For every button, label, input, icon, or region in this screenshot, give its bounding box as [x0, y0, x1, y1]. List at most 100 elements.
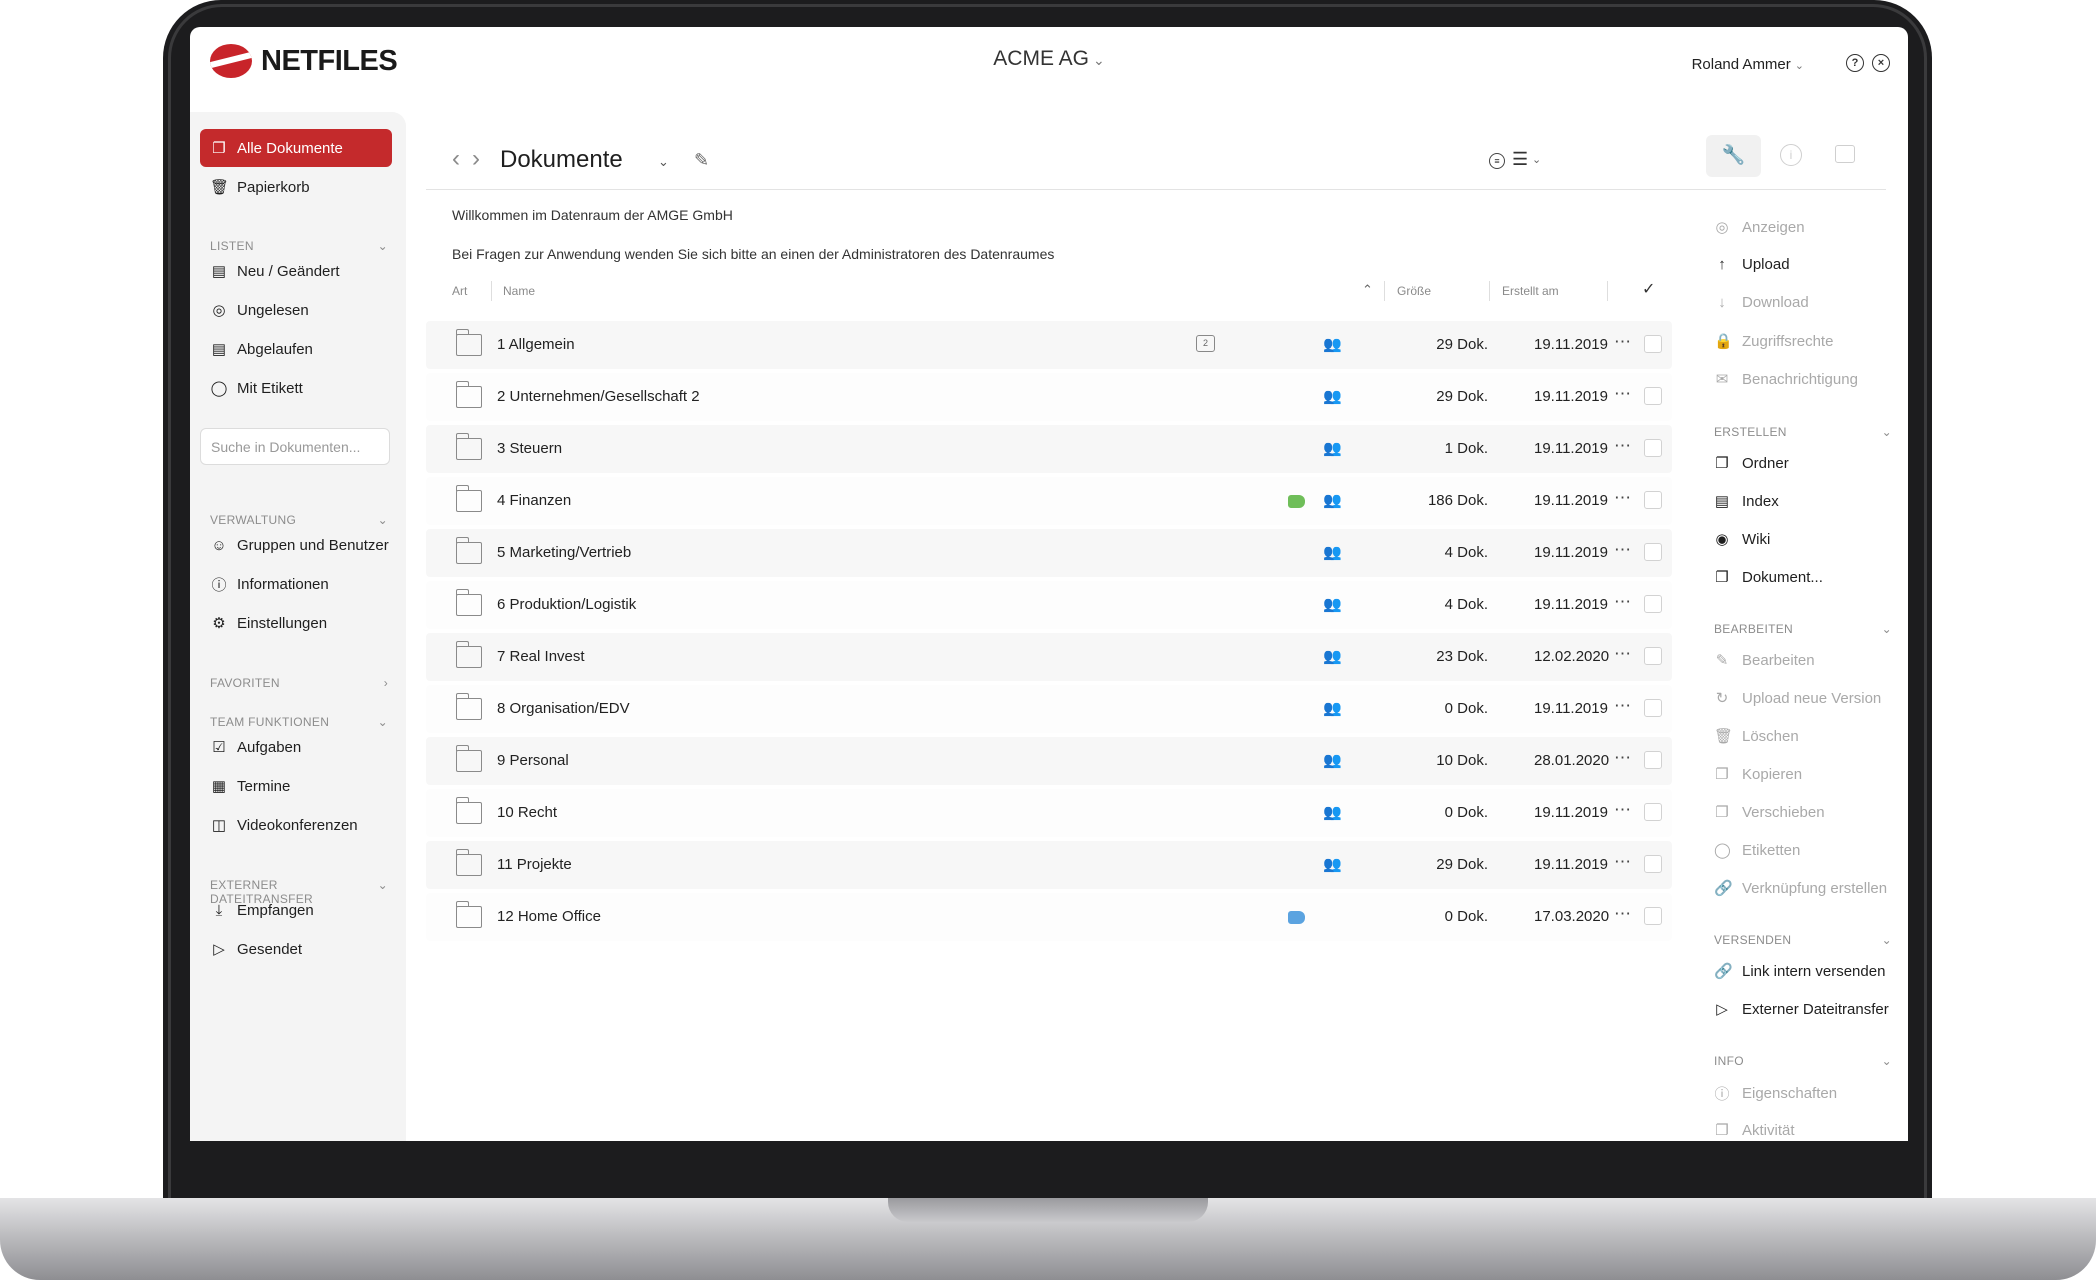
- more-options-icon[interactable]: ⋯: [1614, 384, 1631, 404]
- action-externer-dateitransfer[interactable]: ▷ Externer Dateitransfer: [1714, 1000, 1889, 1019]
- action-bearbeiten[interactable]: ✎ Bearbeiten: [1714, 651, 1815, 670]
- sidebar-item-einstellungen[interactable]: ⚙ Einstellungen: [200, 604, 392, 642]
- table-row[interactable]: 11 Projekte 👥 29 Dok. 19.11.2019 ⋯: [426, 841, 1672, 889]
- row-checkbox[interactable]: [1644, 595, 1662, 613]
- row-checkbox[interactable]: [1644, 491, 1662, 509]
- column-art[interactable]: Art: [452, 284, 467, 298]
- help-icon[interactable]: ?: [1846, 54, 1864, 72]
- more-options-icon[interactable]: ⋯: [1614, 436, 1631, 456]
- action-benachrichtigung[interactable]: ✉ Benachrichtigung: [1714, 370, 1858, 389]
- sidebar-item-termine[interactable]: ▦ Termine: [200, 767, 392, 805]
- close-icon[interactable]: ×: [1872, 54, 1890, 72]
- sidebar-item-aufgaben[interactable]: ☑ Aufgaben: [200, 728, 392, 766]
- action-aktivität[interactable]: ❐ Aktivität: [1714, 1121, 1794, 1140]
- row-name[interactable]: 11 Projekte: [497, 856, 572, 873]
- page-title[interactable]: Dokumente: [500, 146, 623, 174]
- row-name[interactable]: 10 Recht: [497, 804, 557, 821]
- section-info[interactable]: INFO ⌄: [1714, 1054, 1892, 1068]
- action-löschen[interactable]: 🗑 Löschen: [1714, 727, 1799, 746]
- section-listen[interactable]: LISTEN ⌄: [210, 239, 388, 253]
- back-icon[interactable]: ‹: [452, 145, 460, 173]
- row-checkbox[interactable]: [1644, 335, 1662, 353]
- section-favoriten[interactable]: FAVORITEN ›: [210, 676, 388, 690]
- more-options-icon[interactable]: ⋯: [1614, 488, 1631, 508]
- table-row[interactable]: 9 Personal 👥 10 Dok. 28.01.2020 ⋯: [426, 737, 1672, 785]
- forward-icon[interactable]: ›: [472, 145, 480, 173]
- sort-ascending-icon[interactable]: ⌃: [1362, 282, 1373, 298]
- row-name[interactable]: 8 Organisation/EDV: [497, 700, 630, 717]
- sidebar-item-neu-geaendert[interactable]: ▤ Neu / Geändert: [200, 252, 392, 290]
- table-row[interactable]: 12 Home Office 0 Dok. 17.03.2020 ⋯: [426, 893, 1672, 941]
- chevron-down-icon[interactable]: ⌄: [658, 154, 669, 170]
- list-view-icon[interactable]: ☰: [1512, 149, 1528, 170]
- sidebar-item-alle-dokumente[interactable]: ❐ Alle Dokumente: [200, 129, 392, 167]
- row-name[interactable]: 6 Produktion/Logistik: [497, 596, 636, 613]
- more-options-icon[interactable]: ⋯: [1614, 904, 1631, 924]
- action-ordner[interactable]: ❐ Ordner: [1714, 454, 1788, 473]
- search-input[interactable]: [200, 428, 390, 465]
- row-checkbox[interactable]: [1644, 647, 1662, 665]
- row-name[interactable]: 7 Real Invest: [497, 648, 585, 665]
- row-checkbox[interactable]: [1644, 751, 1662, 769]
- action-dokument[interactable]: ❐ Dokument...: [1714, 568, 1823, 587]
- sidebar-item-videokonferenzen[interactable]: ◫ Videokonferenzen: [200, 806, 392, 844]
- user-menu[interactable]: Roland Ammer ⌄: [1692, 56, 1804, 73]
- section-erstellen[interactable]: ERSTELLEN ⌄: [1714, 425, 1892, 439]
- more-options-icon[interactable]: ⋯: [1614, 800, 1631, 820]
- action-etiketten[interactable]: ◯ Etiketten: [1714, 841, 1800, 860]
- action-verknüpfung-erstellen[interactable]: 🔗 Verknüpfung erstellen: [1714, 879, 1887, 898]
- sidebar-item-papierkorb[interactable]: 🗑 Papierkorb: [200, 168, 392, 206]
- action-index[interactable]: ▤ Index: [1714, 492, 1779, 511]
- more-options-icon[interactable]: ⋯: [1614, 540, 1631, 560]
- table-row[interactable]: 3 Steuern 👥 1 Dok. 19.11.2019 ⋯: [426, 425, 1672, 473]
- row-name[interactable]: 1 Allgemein: [497, 336, 575, 353]
- tab-actions[interactable]: 🔧: [1706, 135, 1761, 177]
- tab-comments[interactable]: [1835, 145, 1855, 163]
- action-zugriffsrechte[interactable]: 🔒 Zugriffsrechte: [1714, 332, 1833, 351]
- action-upload-neue-version[interactable]: ↻ Upload neue Version: [1714, 689, 1882, 708]
- action-link-intern-versenden[interactable]: 🔗 Link intern versenden: [1714, 962, 1885, 981]
- more-options-icon[interactable]: ⋯: [1614, 592, 1631, 612]
- sidebar-item-mit-etikett[interactable]: ◯ Mit Etikett: [200, 369, 392, 407]
- action-download[interactable]: ↓ Download: [1714, 294, 1808, 311]
- row-name[interactable]: 5 Marketing/Vertrieb: [497, 544, 631, 561]
- sidebar-item-ungelesen[interactable]: ◎ Ungelesen: [200, 291, 392, 329]
- more-options-icon[interactable]: ⋯: [1614, 852, 1631, 872]
- edit-icon[interactable]: ✎: [694, 150, 709, 171]
- column-size[interactable]: Größe: [1397, 284, 1431, 298]
- comment-icon[interactable]: 2: [1196, 335, 1215, 352]
- row-checkbox[interactable]: [1644, 907, 1662, 925]
- select-all-checkmark-icon[interactable]: ✓: [1642, 279, 1655, 299]
- table-row[interactable]: 7 Real Invest 👥 23 Dok. 12.02.2020 ⋯: [426, 633, 1672, 681]
- column-name[interactable]: Name: [503, 284, 535, 298]
- action-anzeigen[interactable]: ◎ Anzeigen: [1714, 218, 1804, 237]
- row-checkbox[interactable]: [1644, 803, 1662, 821]
- section-verwaltung[interactable]: VERWALTUNG ⌄: [210, 513, 388, 527]
- table-row[interactable]: 8 Organisation/EDV 👥 0 Dok. 19.11.2019 ⋯: [426, 685, 1672, 733]
- action-verschieben[interactable]: ❐ Verschieben: [1714, 803, 1824, 822]
- table-row[interactable]: 6 Produktion/Logistik 👥 4 Dok. 19.11.2019 ⋯: [426, 581, 1672, 629]
- column-created[interactable]: Erstellt am: [1502, 284, 1559, 298]
- row-checkbox[interactable]: [1644, 855, 1662, 873]
- row-name[interactable]: 4 Finanzen: [497, 492, 571, 509]
- sidebar-item-abgelaufen[interactable]: ▤ Abgelaufen: [200, 330, 392, 368]
- company-selector[interactable]: ACME AG ⌄: [190, 47, 1908, 71]
- row-name[interactable]: 3 Steuern: [497, 440, 562, 457]
- action-eigenschaften[interactable]: ⓘ Eigenschaften: [1714, 1083, 1837, 1104]
- sidebar-item-informationen[interactable]: ⓘ Informationen: [200, 565, 392, 603]
- sidebar-item-empfangen[interactable]: ⤓ Empfangen: [200, 891, 392, 929]
- more-options-icon[interactable]: ⋯: [1614, 696, 1631, 716]
- action-wiki[interactable]: ◉ Wiki: [1714, 530, 1770, 549]
- more-options-icon[interactable]: ⋯: [1614, 748, 1631, 768]
- tab-info[interactable]: i: [1780, 144, 1802, 166]
- more-options-icon[interactable]: ⋯: [1614, 644, 1631, 664]
- filter-icon[interactable]: ≡: [1489, 153, 1505, 169]
- table-row[interactable]: 4 Finanzen 👥 186 Dok. 19.11.2019 ⋯: [426, 477, 1672, 525]
- table-row[interactable]: 5 Marketing/Vertrieb 👥 4 Dok. 19.11.2019 ⋯: [426, 529, 1672, 577]
- section-bearbeiten[interactable]: BEARBEITEN ⌄: [1714, 622, 1892, 636]
- table-row[interactable]: 1 Allgemein 2 👥 29 Dok. 19.11.2019 ⋯: [426, 321, 1672, 369]
- row-checkbox[interactable]: [1644, 439, 1662, 457]
- sidebar-item-gruppen[interactable]: ☺ Gruppen und Benutzer: [200, 526, 392, 564]
- section-versenden[interactable]: VERSENDEN ⌄: [1714, 933, 1892, 947]
- action-kopieren[interactable]: ❐ Kopieren: [1714, 765, 1802, 784]
